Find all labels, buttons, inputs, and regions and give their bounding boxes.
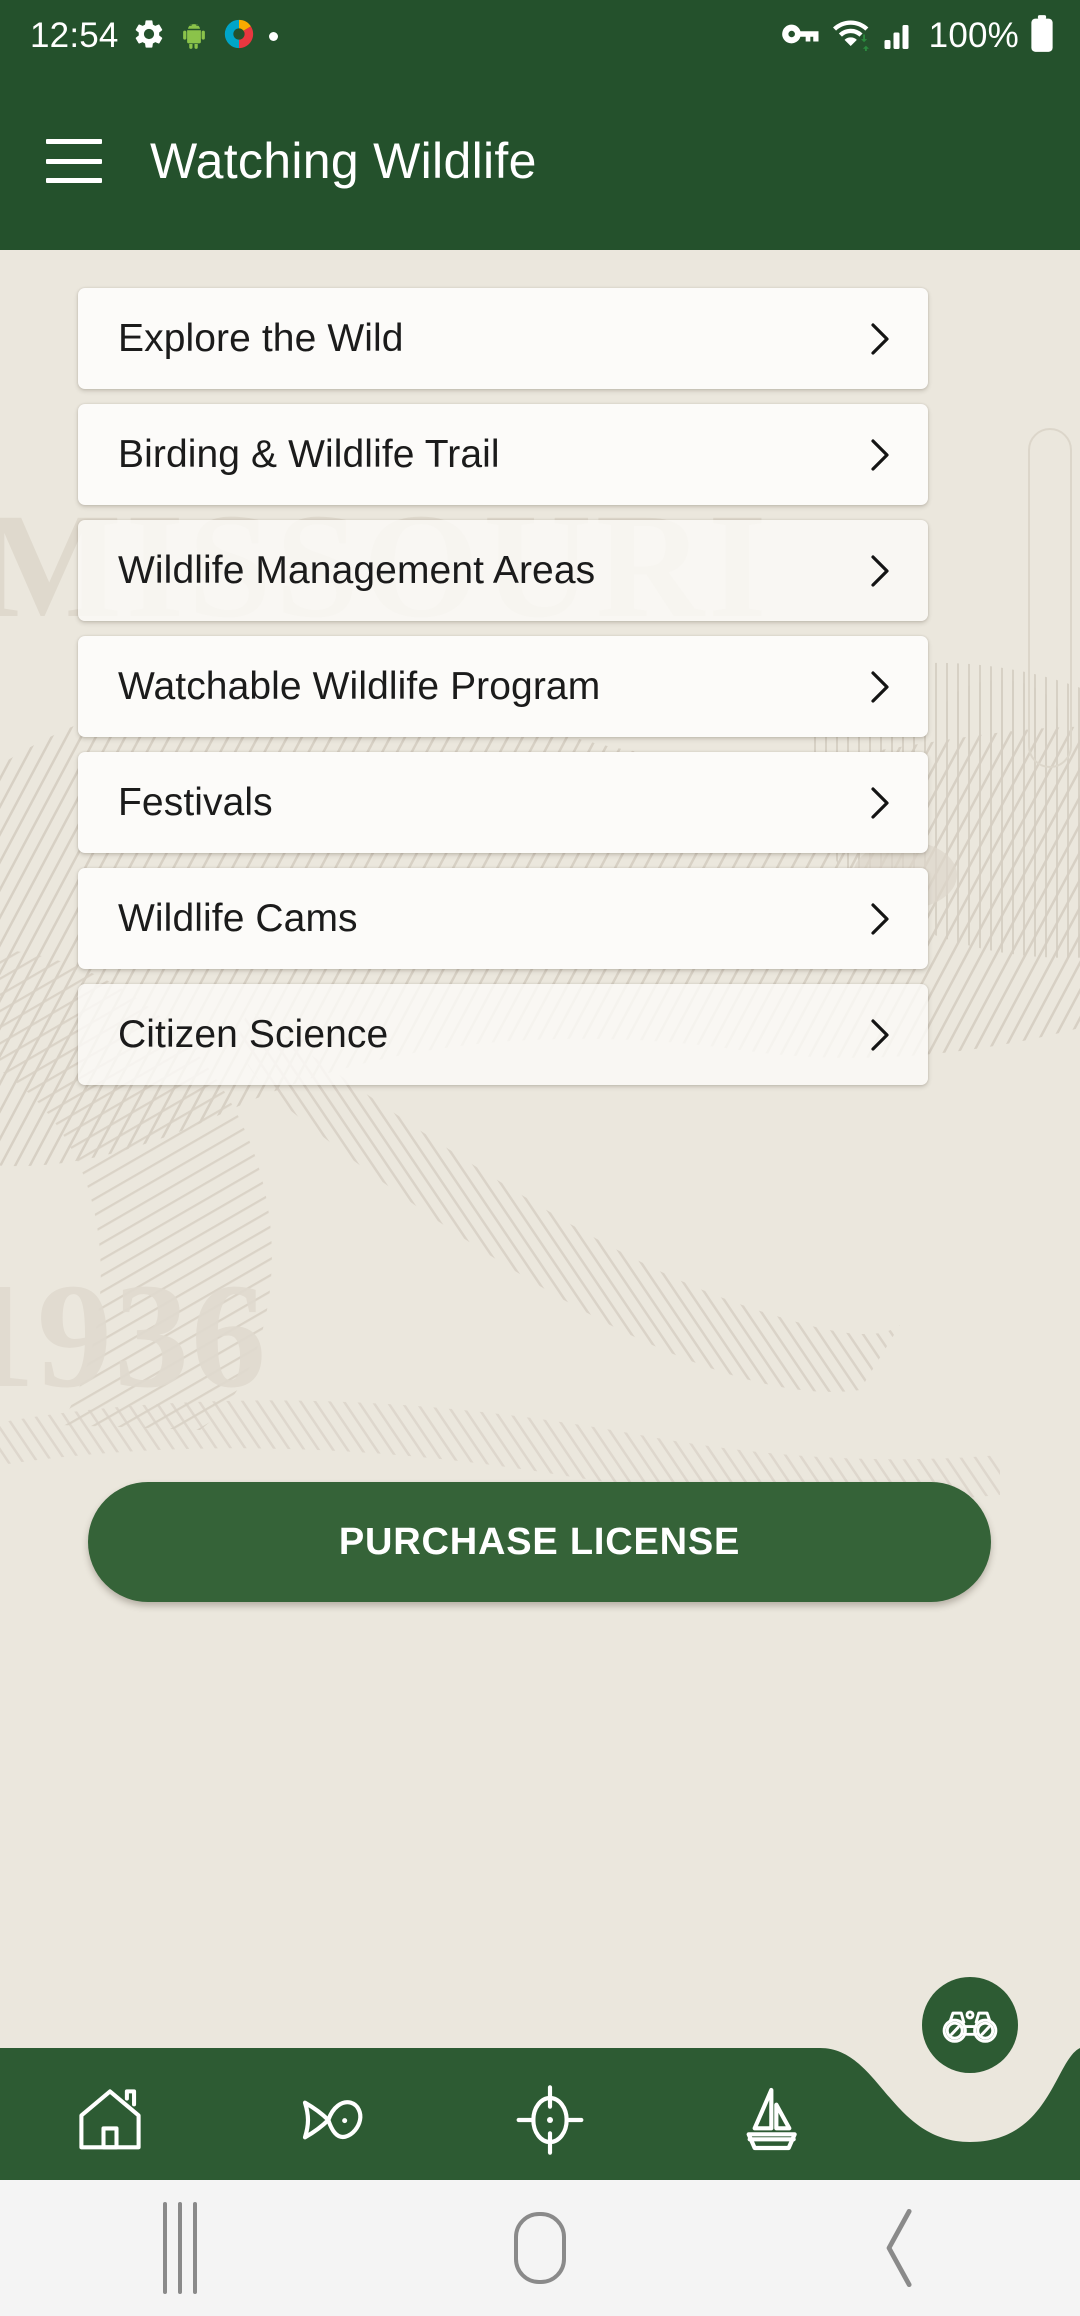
battery-percent-label: 100% — [928, 16, 1019, 55]
main-content: MISSOURI 1936 Explore the Wild Birding &… — [0, 250, 1080, 2030]
watching-wildlife-fab[interactable] — [922, 1977, 1018, 2073]
android-recents-button[interactable] — [120, 2202, 240, 2294]
bottom-nav-items — [0, 2060, 880, 2180]
nav-item-hunting[interactable] — [495, 2072, 605, 2168]
app-badge-icon — [222, 17, 256, 56]
status-bar: 12:54 100% — [0, 0, 1080, 72]
android-back-button[interactable] — [840, 2203, 960, 2293]
menu-list: Explore the Wild Birding & Wildlife Trai… — [78, 288, 928, 1085]
chevron-right-icon — [871, 670, 889, 703]
settings-gear-icon — [132, 17, 166, 56]
android-home-button[interactable] — [480, 2203, 600, 2293]
menu-item-wildlife-cams[interactable]: Wildlife Cams — [78, 868, 928, 969]
hamburger-menu-icon[interactable] — [46, 139, 102, 183]
menu-item-birding-wildlife-trail[interactable]: Birding & Wildlife Trail — [78, 404, 928, 505]
nav-item-fishing[interactable] — [275, 2072, 385, 2168]
recents-icon — [163, 2202, 197, 2294]
menu-item-label: Birding & Wildlife Trail — [118, 432, 500, 476]
menu-item-label: Wildlife Cams — [118, 896, 358, 940]
notification-dot-icon — [268, 31, 278, 41]
sailboat-icon — [746, 2087, 797, 2151]
chevron-right-icon — [871, 438, 889, 471]
menu-item-label: Festivals — [118, 780, 273, 824]
status-bar-left: 12:54 — [30, 16, 278, 56]
cellular-signal-icon — [884, 19, 918, 54]
nav-item-boating[interactable] — [715, 2072, 825, 2168]
app-bar: Watching Wildlife — [0, 72, 1080, 250]
menu-item-label: Watchable Wildlife Program — [118, 664, 601, 708]
purchase-license-label: PURCHASE LICENSE — [338, 1520, 741, 1563]
scrollbar-track[interactable] — [1028, 428, 1072, 768]
menu-item-citizen-science[interactable]: Citizen Science — [78, 984, 928, 1085]
android-robot-icon — [179, 17, 209, 56]
bottom-navigation-bar — [0, 2030, 1080, 2180]
home-icon — [79, 2089, 141, 2150]
menu-item-watchable-wildlife-program[interactable]: Watchable Wildlife Program — [78, 636, 928, 737]
home-pill-icon — [514, 2212, 566, 2284]
background-watermark-text-2: 1936 — [0, 1253, 268, 1419]
vpn-key-icon — [780, 20, 822, 53]
crosshair-target-icon — [516, 2085, 584, 2155]
purchase-license-button[interactable]: PURCHASE LICENSE — [88, 1482, 991, 1602]
chevron-right-icon — [871, 902, 889, 935]
menu-item-festivals[interactable]: Festivals — [78, 752, 928, 853]
nav-item-home[interactable] — [55, 2072, 165, 2168]
status-bar-clock: 12:54 — [30, 16, 119, 55]
fish-icon — [302, 2100, 363, 2140]
chevron-right-icon — [871, 554, 889, 587]
menu-item-wildlife-management-areas[interactable]: Wildlife Management Areas — [78, 520, 928, 621]
menu-item-explore-the-wild[interactable]: Explore the Wild — [78, 288, 928, 389]
battery-icon — [1030, 14, 1054, 58]
status-bar-right: 100% — [780, 14, 1054, 58]
binoculars-icon — [942, 2010, 998, 2043]
android-system-nav — [0, 2180, 1080, 2316]
page-title: Watching Wildlife — [150, 133, 537, 189]
chevron-right-icon — [871, 1018, 889, 1051]
chevron-right-icon — [871, 786, 889, 819]
back-chevron-icon — [886, 2208, 912, 2288]
wifi-icon — [832, 17, 873, 56]
chevron-right-icon — [871, 322, 889, 355]
menu-item-label: Citizen Science — [118, 1012, 389, 1056]
menu-item-label: Explore the Wild — [118, 316, 404, 360]
menu-item-label: Wildlife Management Areas — [118, 548, 596, 592]
